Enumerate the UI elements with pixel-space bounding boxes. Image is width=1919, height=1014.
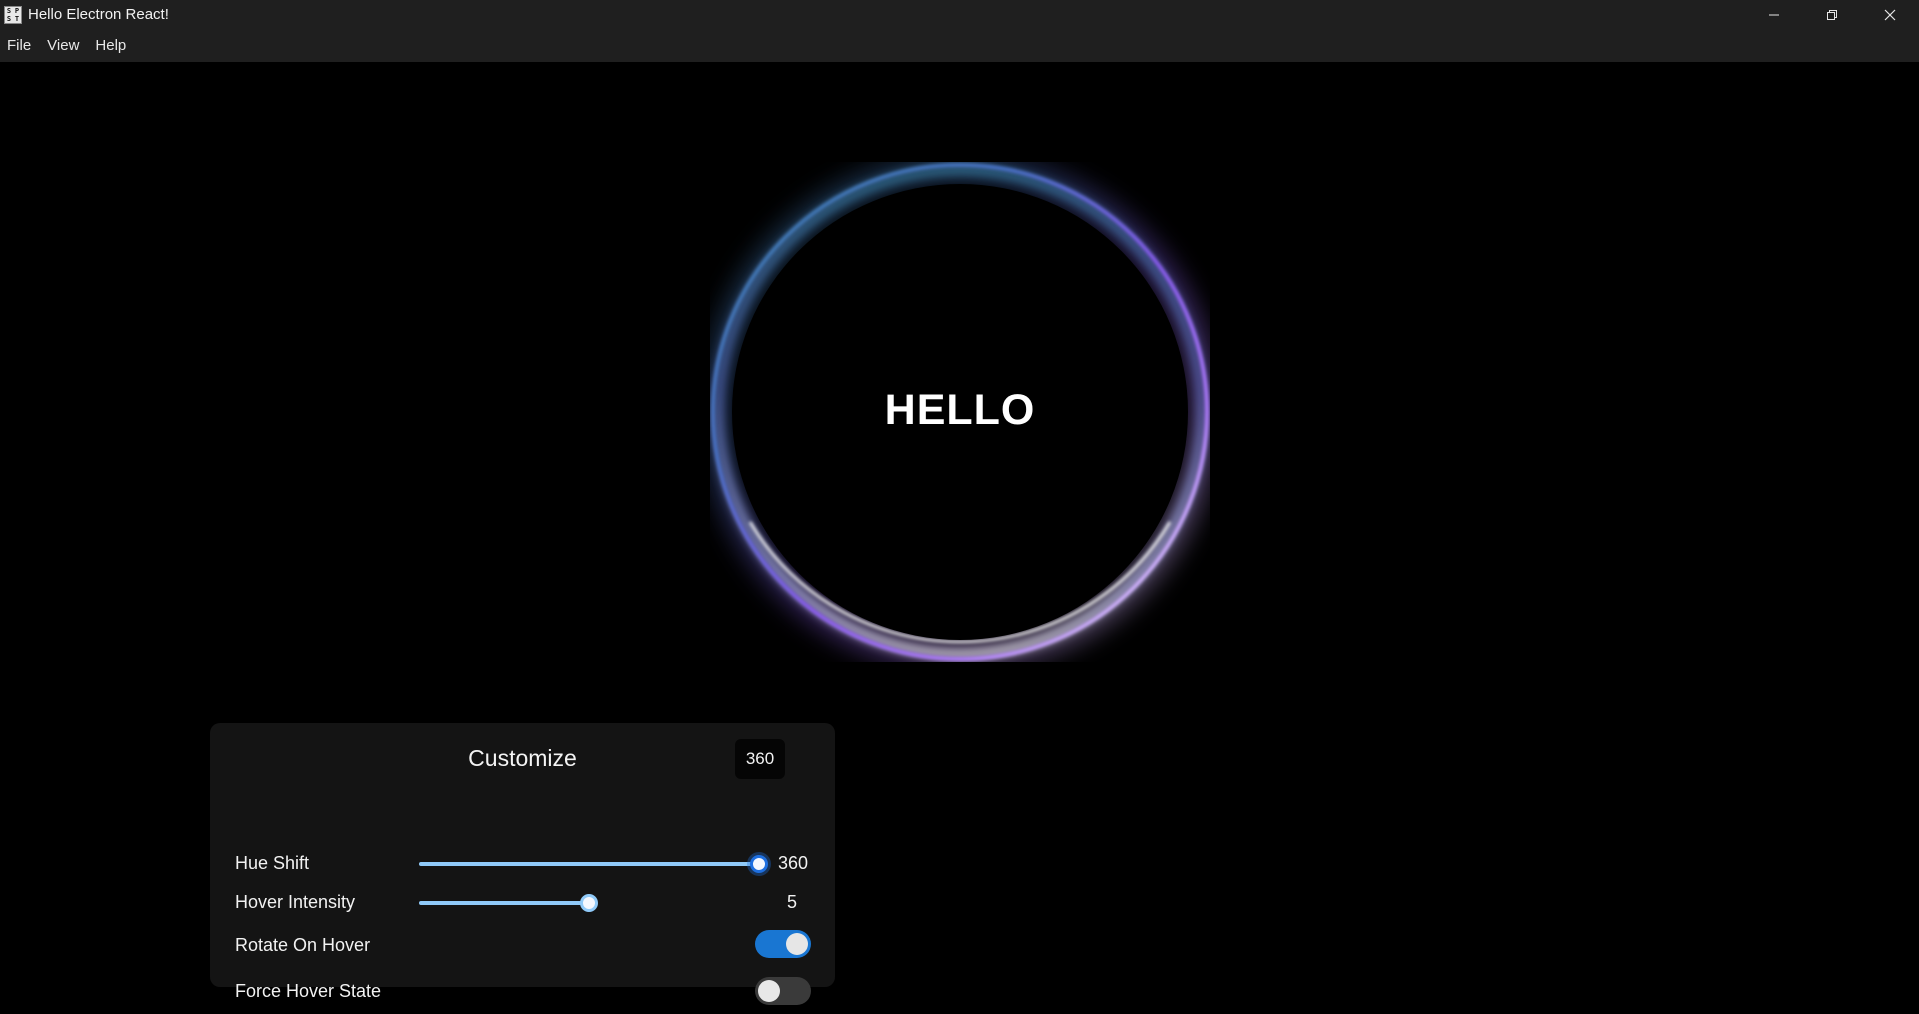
hover-intensity-value: 5 [786, 892, 797, 912]
force-hover-state-toggle[interactable] [755, 977, 811, 1005]
app-icon-letter: T [14, 14, 20, 23]
hello-text: HELLO [884, 385, 1036, 434]
app-icon: S P S T [4, 5, 22, 24]
content-area: HELLO Customize 360 Hue Shift 360 Hover … [0, 62, 1919, 1014]
force-hover-state-label: Force Hover State [235, 981, 382, 1001]
app-icon-letter: P [14, 6, 20, 15]
close-button[interactable] [1861, 0, 1919, 29]
hue-shift-slider[interactable] [419, 862, 761, 866]
toggle-knob [786, 933, 808, 955]
customize-panel: Customize 360 Hue Shift 360 Hover Intens… [210, 723, 835, 1005]
restore-button[interactable] [1803, 0, 1861, 29]
hover-intensity-thumb[interactable] [580, 894, 598, 912]
rotate-on-hover-toggle[interactable] [755, 930, 811, 958]
hue-shift-value: 360 [777, 853, 809, 873]
minimize-button[interactable] [1745, 0, 1803, 29]
hue-shift-thumb[interactable] [750, 855, 768, 873]
window-title: Hello Electron React! [28, 6, 169, 23]
close-icon [1884, 9, 1896, 20]
hover-intensity-slider[interactable] [419, 901, 591, 905]
menu-file[interactable]: File [0, 29, 39, 62]
glow-orb[interactable]: HELLO [710, 162, 1210, 662]
title-bar: S P S T Hello Electron React! [0, 0, 1919, 29]
restore-icon [1827, 9, 1837, 20]
rotate-on-hover-label: Rotate On Hover [235, 935, 371, 955]
hue-shift-label: Hue Shift [235, 853, 310, 873]
minimize-icon [1769, 14, 1779, 15]
window-controls [1745, 0, 1919, 29]
app-icon-letter: S [6, 14, 12, 23]
app-icon-letter: S [6, 6, 12, 15]
hue-shift-tooltip: 360 [735, 739, 785, 779]
hover-intensity-label: Hover Intensity [235, 892, 356, 912]
menu-view[interactable]: View [39, 29, 87, 62]
menu-help[interactable]: Help [87, 29, 134, 62]
menu-bar: File View Help [0, 29, 1919, 62]
toggle-knob [758, 980, 780, 1002]
